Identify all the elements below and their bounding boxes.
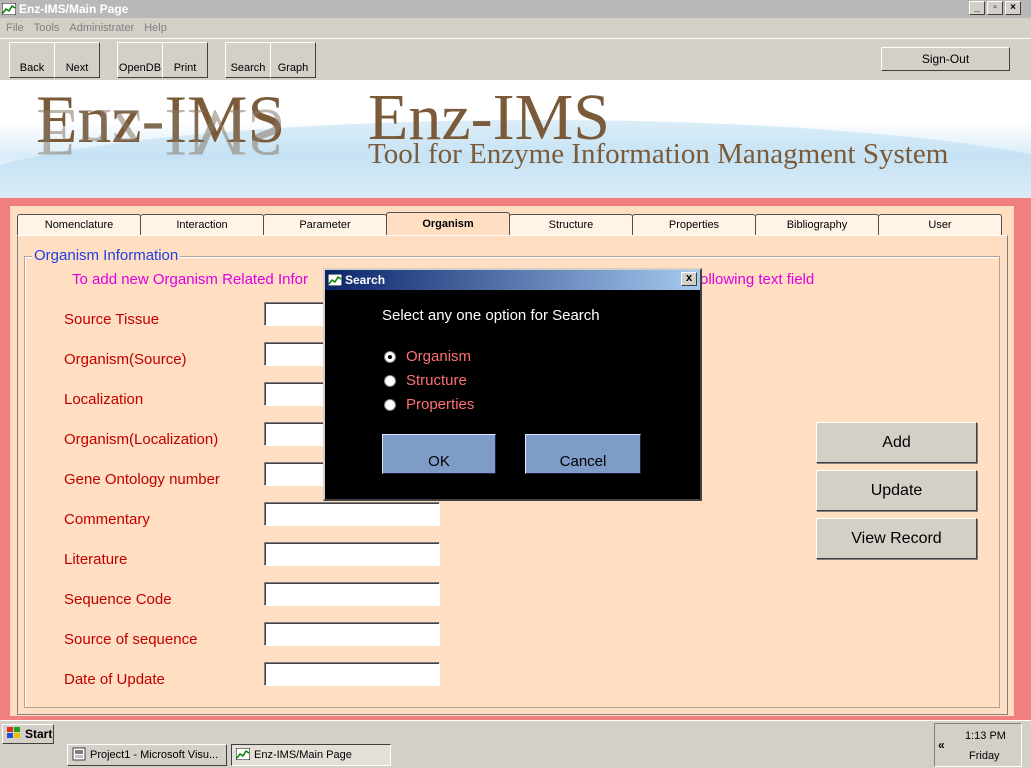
vb-icon: [72, 747, 86, 764]
system-tray: « 1:13 PM Friday: [934, 723, 1022, 767]
label-localization: Localization: [64, 391, 144, 408]
banner-subtitle: Tool for Enzyme Information Managment Sy…: [368, 138, 949, 170]
window-titlebar: Enz-IMS/Main Page _ ▫ ×: [0, 0, 1031, 18]
radio-structure[interactable]: [384, 374, 396, 387]
option-label-organism: Organism: [406, 348, 472, 365]
ok-button[interactable]: OK: [382, 434, 496, 474]
label-date-of-update: Date of Update: [64, 671, 165, 688]
start-label: Start: [25, 727, 53, 741]
label-organism-source: Organism(Source): [64, 351, 187, 368]
cancel-button[interactable]: Cancel: [525, 434, 641, 474]
taskbar: Start Project1 - Microsoft Visu... Enz-I…: [0, 720, 1031, 768]
option-organism[interactable]: Organism: [384, 348, 471, 365]
tab-bibliography[interactable]: Bibliography: [755, 214, 879, 235]
radio-properties[interactable]: [384, 398, 396, 411]
menu-help[interactable]: Help: [144, 22, 167, 34]
search-button[interactable]: Search: [225, 42, 271, 78]
label-literature: Literature: [64, 551, 128, 568]
minimize-button[interactable]: _: [969, 1, 985, 15]
banner: Enz-IMS Enz-IMS Enz-IMS Tool for Enzyme …: [0, 80, 1031, 198]
next-button[interactable]: Next: [54, 42, 100, 78]
label-sequence-code: Sequence Code: [64, 591, 172, 608]
tab-parameter[interactable]: Parameter: [263, 214, 387, 235]
clock-day: Friday: [969, 750, 1000, 762]
date-of-update-input[interactable]: [264, 662, 440, 686]
label-source-tissue: Source Tissue: [64, 311, 160, 328]
commentary-input[interactable]: [264, 502, 440, 526]
tab-interaction[interactable]: Interaction: [140, 214, 264, 235]
maximize-button[interactable]: ▫: [987, 1, 1003, 15]
tab-properties[interactable]: Properties: [632, 214, 756, 235]
sign-out-button[interactable]: Sign-Out: [881, 47, 1010, 71]
task-project1[interactable]: Project1 - Microsoft Visu...: [67, 744, 227, 766]
dialog-title: Search: [345, 273, 386, 287]
option-label-properties: Properties: [406, 396, 475, 413]
task-enz-ims[interactable]: Enz-IMS/Main Page: [231, 744, 391, 766]
windows-logo-icon: [6, 726, 22, 743]
label-gene-ontology-number: Gene Ontology number: [64, 471, 220, 488]
dialog-titlebar: Search x: [325, 270, 700, 290]
task-label-enz-ims: Enz-IMS/Main Page: [254, 749, 352, 761]
tray-expand-icon[interactable]: «: [938, 738, 945, 752]
enz-ims-task-icon: [235, 747, 251, 763]
graph-button[interactable]: Graph: [270, 42, 316, 78]
option-structure[interactable]: Structure: [384, 372, 467, 389]
option-properties[interactable]: Properties: [384, 396, 474, 413]
option-label-structure: Structure: [406, 372, 467, 389]
tab-structure[interactable]: Structure: [509, 214, 633, 235]
dialog-app-icon: [327, 273, 343, 287]
search-dialog: Search x Select any one option for Searc…: [323, 268, 702, 501]
add-button[interactable]: Add: [816, 422, 977, 463]
info-text-right: ollowing text field: [700, 271, 815, 288]
view-record-button[interactable]: View Record: [816, 518, 977, 559]
start-button[interactable]: Start: [2, 724, 54, 744]
menu-administrater[interactable]: Administrater: [69, 22, 134, 34]
back-button[interactable]: Back: [9, 42, 55, 78]
app-icon: [1, 2, 17, 16]
close-window-button[interactable]: ×: [1005, 1, 1021, 15]
tab-user[interactable]: User: [878, 214, 1002, 235]
tab-strip: Nomenclature Interaction Parameter Organ…: [17, 212, 1002, 235]
tab-nomenclature[interactable]: Nomenclature: [17, 214, 141, 235]
task-label-project1: Project1 - Microsoft Visu...: [90, 749, 219, 761]
tab-organism[interactable]: Organism: [386, 212, 510, 235]
menu-bar: File Tools Administrater Help: [0, 18, 1031, 38]
group-title: Organism Information: [32, 247, 181, 264]
dialog-prompt: Select any one option for Search: [382, 307, 600, 324]
clock-time: 1:13 PM: [965, 730, 1006, 742]
label-source-of-sequence: Source of sequence: [64, 631, 198, 648]
logo-reflection: Enz-IMS: [36, 95, 286, 171]
info-text-left: To add new Organism Related Infor: [72, 271, 308, 288]
sequence-code-input[interactable]: [264, 582, 440, 606]
toolbar: Back Next OpenDB Print Search Graph Sign…: [0, 38, 1031, 80]
label-commentary: Commentary: [64, 511, 150, 528]
update-button[interactable]: Update: [816, 470, 977, 511]
radio-organism[interactable]: [384, 350, 396, 363]
literature-input[interactable]: [264, 542, 440, 566]
dialog-close-button[interactable]: x: [681, 272, 697, 286]
source-of-sequence-input[interactable]: [264, 622, 440, 646]
menu-file[interactable]: File: [6, 22, 24, 34]
label-organism-localization: Organism(Localization): [64, 431, 219, 448]
opendb-button[interactable]: OpenDB: [117, 42, 163, 78]
print-button[interactable]: Print: [162, 42, 208, 78]
menu-tools[interactable]: Tools: [34, 22, 60, 34]
window-title: Enz-IMS/Main Page: [19, 2, 129, 16]
